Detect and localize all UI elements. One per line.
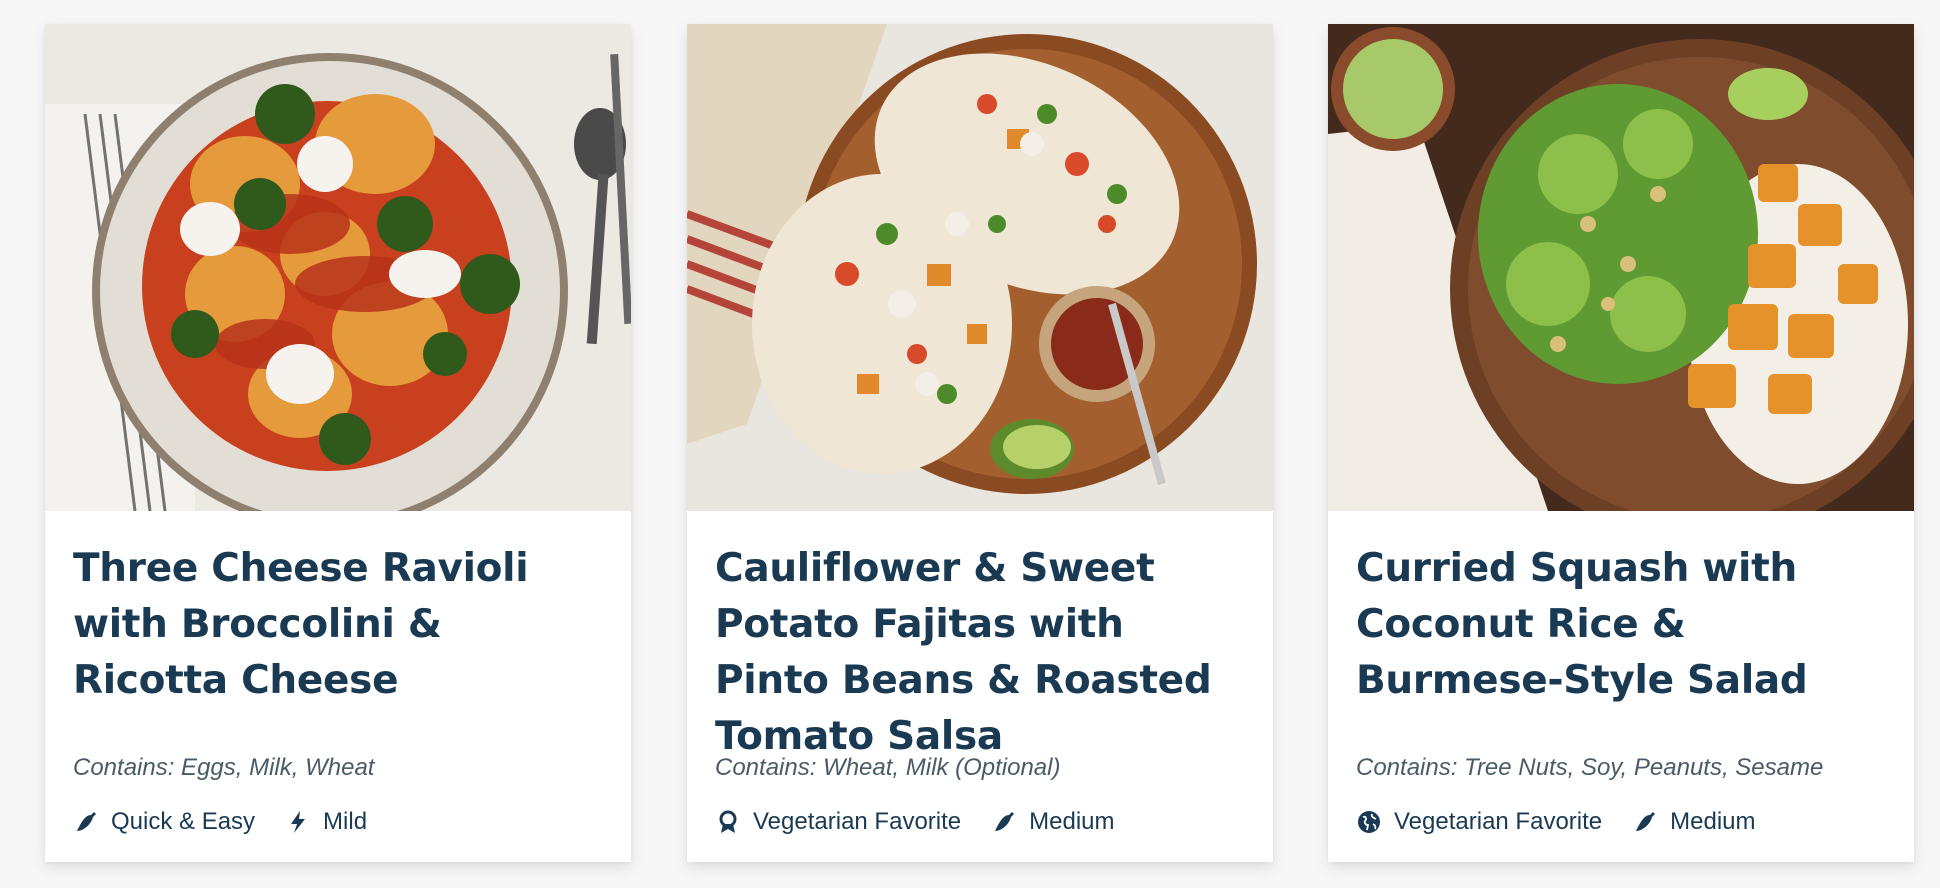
recipe-tag-label: Medium xyxy=(1029,808,1115,835)
allergen-info: Contains: Wheat, Milk (Optional) xyxy=(715,754,1061,781)
recipe-tag-label: Vegetarian Favorite xyxy=(753,808,962,835)
recipe-tags: Vegetarian Favorite Medium xyxy=(715,807,1245,837)
recipe-tag-label: Medium xyxy=(1670,808,1756,835)
chili-pepper-icon xyxy=(995,812,1015,831)
recipe-details: Cauliflower & Sweet Potato Fajitas with … xyxy=(687,511,1273,837)
recipe-tag: Medium xyxy=(1632,807,1755,837)
recipe-card[interactable]: Three Cheese Ravioli with Broccolini & R… xyxy=(45,24,631,862)
recipe-card[interactable]: Cauliflower & Sweet Potato Fajitas with … xyxy=(687,24,1273,862)
award-ribbon-icon xyxy=(719,810,737,833)
fajitas-dish-photo xyxy=(687,24,1273,511)
recipe-title[interactable]: Curried Squash with Coconut Rice & Burme… xyxy=(1356,541,1886,709)
chili-pepper-icon xyxy=(77,812,96,831)
recipe-tag: Mild xyxy=(285,807,367,837)
recipe-tag: Vegetarian Favorite xyxy=(715,807,961,837)
ravioli-dish-photo xyxy=(45,24,631,511)
recipe-card[interactable]: Curried Squash with Coconut Rice & Burme… xyxy=(1328,24,1914,862)
chili-pepper-icon xyxy=(1636,812,1656,831)
globe-icon xyxy=(1358,811,1380,833)
recipe-tag-label: Vegetarian Favorite xyxy=(1394,808,1603,835)
recipe-tag: Quick & Easy xyxy=(73,807,255,837)
allergen-info: Contains: Tree Nuts, Soy, Peanuts, Sesam… xyxy=(1356,754,1824,781)
recipe-tag: Vegetarian Favorite xyxy=(1356,807,1602,837)
recipe-title[interactable]: Three Cheese Ravioli with Broccolini & R… xyxy=(73,541,603,709)
recipe-tag-label: Mild xyxy=(323,808,368,835)
recipe-tags: Vegetarian Favorite Medium xyxy=(1356,807,1886,837)
recipe-photo[interactable] xyxy=(45,24,631,511)
recipe-tag: Medium xyxy=(991,807,1114,837)
curry-bowl-dish-photo xyxy=(1328,24,1914,511)
recipe-photo[interactable] xyxy=(1328,24,1914,511)
recipe-grid: Three Cheese Ravioli with Broccolini & R… xyxy=(0,0,1940,888)
recipe-title[interactable]: Cauliflower & Sweet Potato Fajitas with … xyxy=(715,541,1245,759)
recipe-details: Curried Squash with Coconut Rice & Burme… xyxy=(1328,511,1914,837)
recipe-tag-label: Quick & Easy xyxy=(111,808,256,835)
lightning-bolt-icon xyxy=(291,811,306,833)
recipe-details: Three Cheese Ravioli with Broccolini & R… xyxy=(45,511,631,837)
recipe-tags: Quick & Easy Mild xyxy=(73,807,603,837)
recipe-photo[interactable] xyxy=(687,24,1273,511)
allergen-info: Contains: Eggs, Milk, Wheat xyxy=(73,754,375,781)
